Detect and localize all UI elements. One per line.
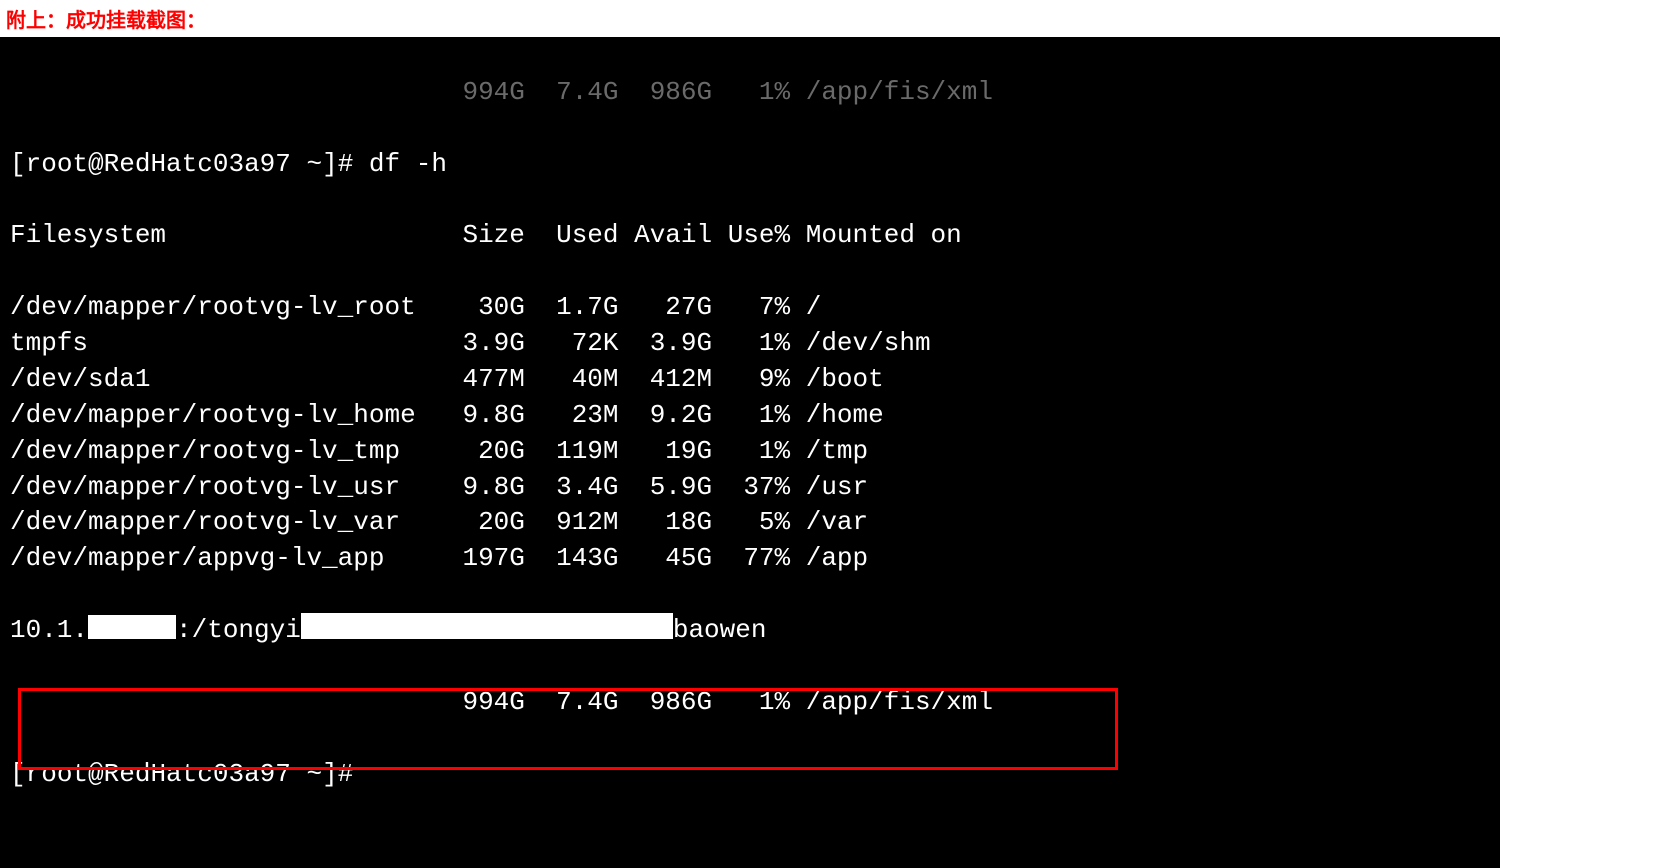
caption-text: 附上：成功挂载截图： bbox=[0, 0, 1673, 37]
terminal-window[interactable]: 994G 7.4G 986G 1% /app/fis/xml [root@Red… bbox=[0, 37, 1500, 868]
prompt-line: [root@RedHatc03a97 ~]# df -h bbox=[10, 147, 1494, 183]
prompt-line-idle[interactable]: [root@RedHatc03a97 ~]# bbox=[10, 757, 1494, 793]
df-output-body: /dev/mapper/rootvg-lv_root 30G 1.7G 27G … bbox=[10, 290, 1494, 577]
nfs-data-line: 994G 7.4G 986G 1% /app/fis/xml bbox=[10, 685, 1494, 721]
nfs-fs-line: 10.1.:/tongyibaowen bbox=[10, 613, 1494, 649]
redacted-ip bbox=[88, 615, 176, 639]
scrollback-partial: 994G 7.4G 986G 1% /app/fis/xml bbox=[10, 75, 1494, 111]
redacted-path bbox=[301, 613, 673, 639]
df-header: Filesystem Size Used Avail Use% Mounted … bbox=[10, 218, 1494, 254]
command-text: df -h bbox=[369, 149, 447, 179]
